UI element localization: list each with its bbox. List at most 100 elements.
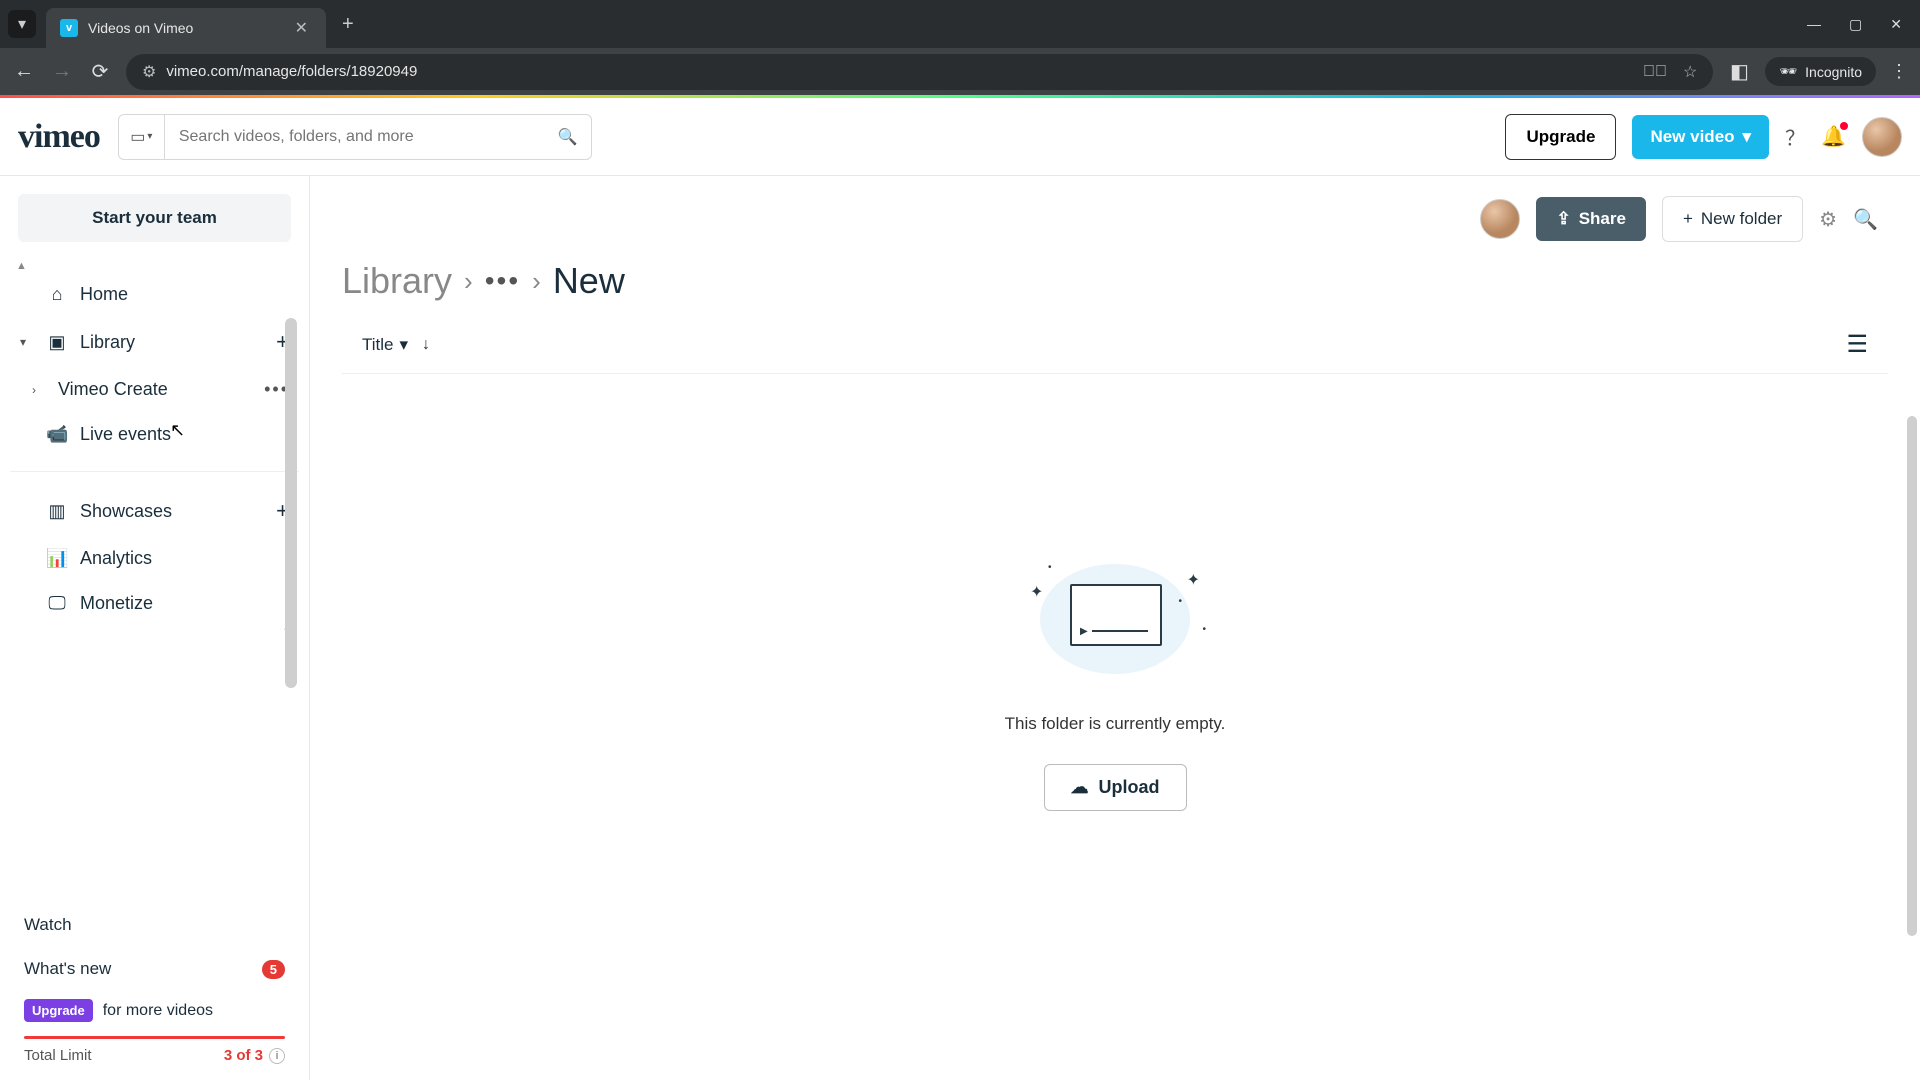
plus-icon: + xyxy=(1683,209,1693,229)
start-team-button[interactable]: Start your team xyxy=(18,194,291,242)
tab-search-button[interactable]: ▾ xyxy=(8,10,36,38)
limit-label: Total Limit xyxy=(24,1047,92,1064)
chevron-down-icon: ▾ xyxy=(1743,127,1752,147)
main-scrollbar[interactable] xyxy=(1907,416,1917,936)
list-view-icon: ☰ xyxy=(1846,331,1868,358)
tracking-off-icon[interactable]: 👁⃠ xyxy=(1643,63,1667,81)
help-icon: ？ xyxy=(1785,128,1805,150)
address-bar[interactable]: ⚙ vimeo.com/manage/folders/18920949 👁⃠ ☆ xyxy=(126,54,1713,90)
sidebar-item-library[interactable]: ▾ ▣ Library + xyxy=(10,317,299,367)
showcases-icon: ▥ xyxy=(46,501,68,522)
sidebar-item-live-events[interactable]: › 📹 Live events xyxy=(10,412,299,457)
sort-direction-button[interactable]: ↓ xyxy=(422,336,430,354)
site-settings-icon[interactable]: ⚙ xyxy=(142,62,156,82)
chevron-right-icon[interactable]: › xyxy=(32,383,46,397)
incognito-indicator[interactable]: 🕶 Incognito xyxy=(1765,57,1876,86)
notification-dot-icon xyxy=(1840,122,1848,130)
search-input[interactable] xyxy=(165,128,545,146)
live-icon: 📹 xyxy=(46,424,68,445)
search-button[interactable]: 🔍 xyxy=(545,115,591,159)
settings-button[interactable]: ⚙ xyxy=(1819,207,1837,232)
chevron-down-icon: ▾ xyxy=(147,131,152,142)
window-controls: — ▢ ✕ xyxy=(1807,16,1912,33)
analytics-icon: 📊 xyxy=(46,548,68,569)
upload-label: Upload xyxy=(1099,777,1160,798)
sidebar-item-showcases[interactable]: › ▥ Showcases + xyxy=(10,486,299,536)
share-icon: ⇪ xyxy=(1556,209,1570,229)
sort-dropdown[interactable]: Title ▾ xyxy=(362,335,408,355)
help-button[interactable]: ？ xyxy=(1785,122,1805,151)
sidebar-item-home[interactable]: › ⌂ Home xyxy=(10,272,299,317)
browser-menu-button[interactable]: ⋮ xyxy=(1890,61,1908,82)
arrow-down-icon: ↓ xyxy=(422,336,430,353)
home-icon: ⌂ xyxy=(46,284,68,305)
video-icon: ▭ xyxy=(130,127,145,147)
vimeo-logo[interactable]: vimeo xyxy=(18,118,100,156)
chevron-down-icon[interactable]: ▾ xyxy=(20,335,34,349)
owner-avatar[interactable] xyxy=(1480,199,1520,239)
vimeo-favicon-icon: v xyxy=(60,19,78,37)
sidebar: Start your team ▲ › ⌂ Home ▾ ▣ Library +… xyxy=(0,176,310,1080)
sidebar-item-label: Live events xyxy=(80,424,171,445)
browser-tab[interactable]: v Videos on Vimeo ✕ xyxy=(46,8,326,48)
new-folder-button[interactable]: + New folder xyxy=(1662,196,1803,242)
upgrade-button[interactable]: Upgrade xyxy=(1505,114,1616,160)
search-folder-button[interactable]: 🔍 xyxy=(1853,207,1878,232)
sidebar-link-watch[interactable]: Watch xyxy=(10,903,299,947)
incognito-icon: 🕶 xyxy=(1779,63,1797,80)
sidebar-link-whats-new[interactable]: What's new 5 xyxy=(10,947,299,991)
search-scope-dropdown[interactable]: ▭ ▾ xyxy=(119,115,165,159)
close-icon[interactable]: ✕ xyxy=(291,16,312,40)
bookmark-icon[interactable]: ☆ xyxy=(1683,62,1697,82)
close-window-icon[interactable]: ✕ xyxy=(1890,16,1902,33)
sidebar-item-label: Vimeo Create xyxy=(58,379,168,400)
share-button[interactable]: ⇪ Share xyxy=(1536,197,1646,241)
sidebar-item-monetize[interactable]: › 🖵 Monetize xyxy=(10,581,299,626)
main-content: ⇪ Share + New folder ⚙ 🔍 Library › ••• ›… xyxy=(310,176,1920,1080)
user-avatar[interactable] xyxy=(1862,117,1902,157)
search-icon: 🔍 xyxy=(1853,209,1878,231)
share-label: Share xyxy=(1579,209,1626,229)
new-video-button[interactable]: New video ▾ xyxy=(1632,115,1769,159)
upload-button[interactable]: ☁ Upload xyxy=(1044,764,1187,811)
breadcrumb-root[interactable]: Library xyxy=(342,260,452,302)
sidebar-item-label: Library xyxy=(80,332,135,353)
chevron-down-icon: ▾ xyxy=(18,14,26,34)
forward-button[interactable]: → xyxy=(50,60,74,83)
side-panel-icon[interactable]: ◧ xyxy=(1727,59,1751,84)
breadcrumb: Library › ••• › New xyxy=(342,260,1888,302)
chevron-down-icon: ▾ xyxy=(400,335,409,355)
maximize-icon[interactable]: ▢ xyxy=(1849,16,1862,33)
empty-state-text: This folder is currently empty. xyxy=(1005,714,1226,734)
folder-toolbar: ⇪ Share + New folder ⚙ 🔍 xyxy=(342,196,1888,242)
upgrade-promo: Upgrade for more videos xyxy=(10,991,299,1030)
tab-title: Videos on Vimeo xyxy=(88,20,291,36)
sidebar-item-analytics[interactable]: › 📊 Analytics xyxy=(10,536,299,581)
sidebar-item-label: Monetize xyxy=(80,593,153,614)
scroll-down-icon[interactable]: ▼ xyxy=(10,626,299,638)
new-video-label: New video xyxy=(1650,127,1734,147)
sidebar-item-vimeo-create[interactable]: › Vimeo Create ••• xyxy=(10,367,299,412)
upgrade-pill-button[interactable]: Upgrade xyxy=(24,999,93,1022)
upload-icon: ☁ xyxy=(1071,777,1089,798)
sort-bar: Title ▾ ↓ ☰ xyxy=(342,322,1888,374)
search-bar: ▭ ▾ 🔍 xyxy=(118,114,592,160)
scroll-up-icon[interactable]: ▲ xyxy=(10,260,299,272)
sort-label-text: Title xyxy=(362,335,394,355)
incognito-label: Incognito xyxy=(1805,64,1862,80)
notifications-button[interactable]: 🔔 xyxy=(1821,124,1846,149)
sidebar-item-label: Showcases xyxy=(80,501,172,522)
reload-button[interactable]: ⟳ xyxy=(88,59,112,84)
app-header: vimeo ▭ ▾ 🔍 Upgrade New video ▾ ？ 🔔 xyxy=(0,98,1920,176)
sidebar-scrollbar[interactable] xyxy=(285,318,297,688)
sidebar-item-label: What's new xyxy=(24,959,111,979)
view-toggle-button[interactable]: ☰ xyxy=(1846,330,1868,359)
new-tab-button[interactable]: + xyxy=(342,13,354,36)
library-icon: ▣ xyxy=(46,332,68,353)
empty-state: ▶ ✦ • ✦ • • This folder is currently emp… xyxy=(342,554,1888,811)
info-icon[interactable]: i xyxy=(269,1048,285,1064)
usage-bar xyxy=(24,1036,285,1039)
breadcrumb-overflow[interactable]: ••• xyxy=(485,265,520,297)
minimize-icon[interactable]: — xyxy=(1807,16,1821,33)
back-button[interactable]: ← xyxy=(12,60,36,83)
